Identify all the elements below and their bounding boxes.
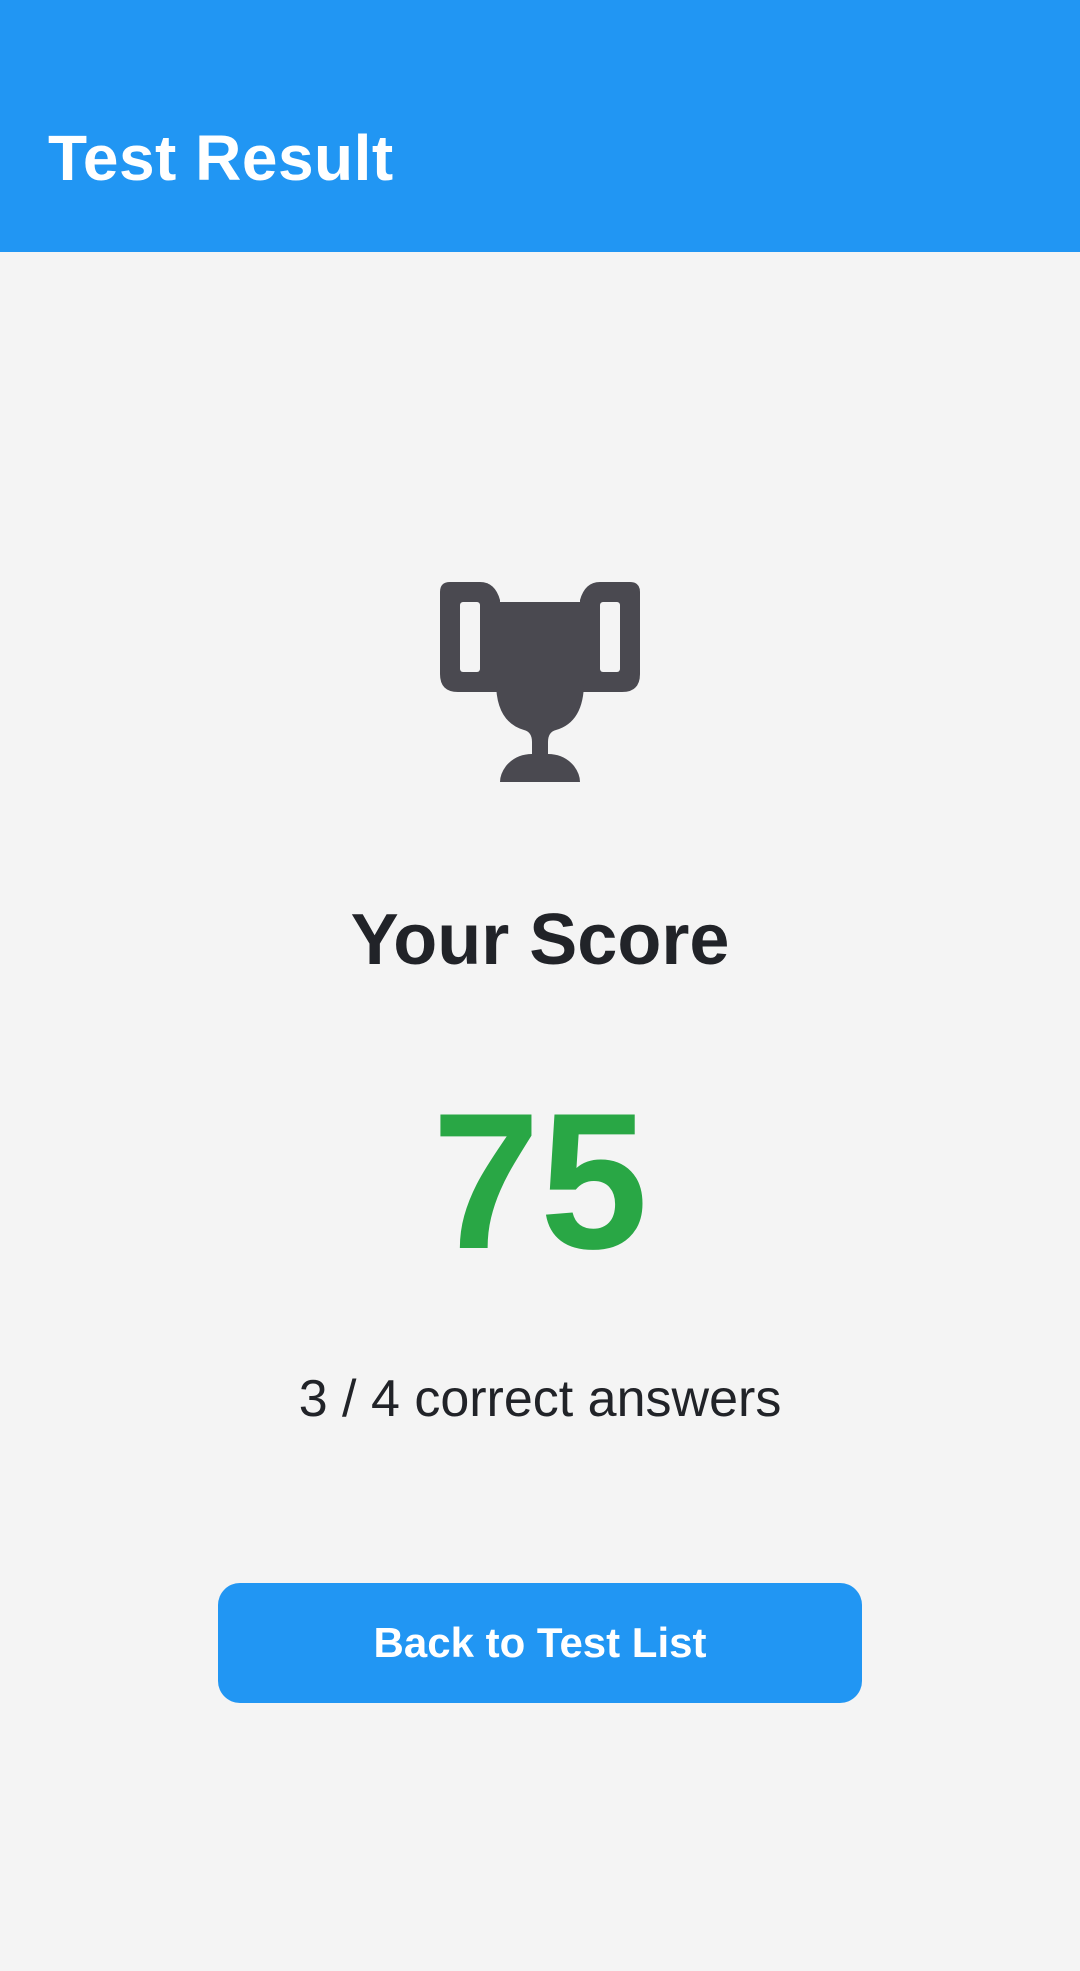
- score-heading: Your Score: [350, 900, 730, 980]
- back-to-test-list-button[interactable]: Back to Test List: [218, 1583, 862, 1703]
- score-value: 75: [432, 1073, 648, 1290]
- app-bar: Test Result: [0, 0, 1080, 252]
- result-content: Your Score 75 3 / 4 correct answers Back…: [0, 252, 1080, 1971]
- correct-answers-text: 3 / 4 correct answers: [298, 1370, 782, 1428]
- trophy-icon: [440, 582, 640, 784]
- page-title: Test Result: [48, 122, 394, 194]
